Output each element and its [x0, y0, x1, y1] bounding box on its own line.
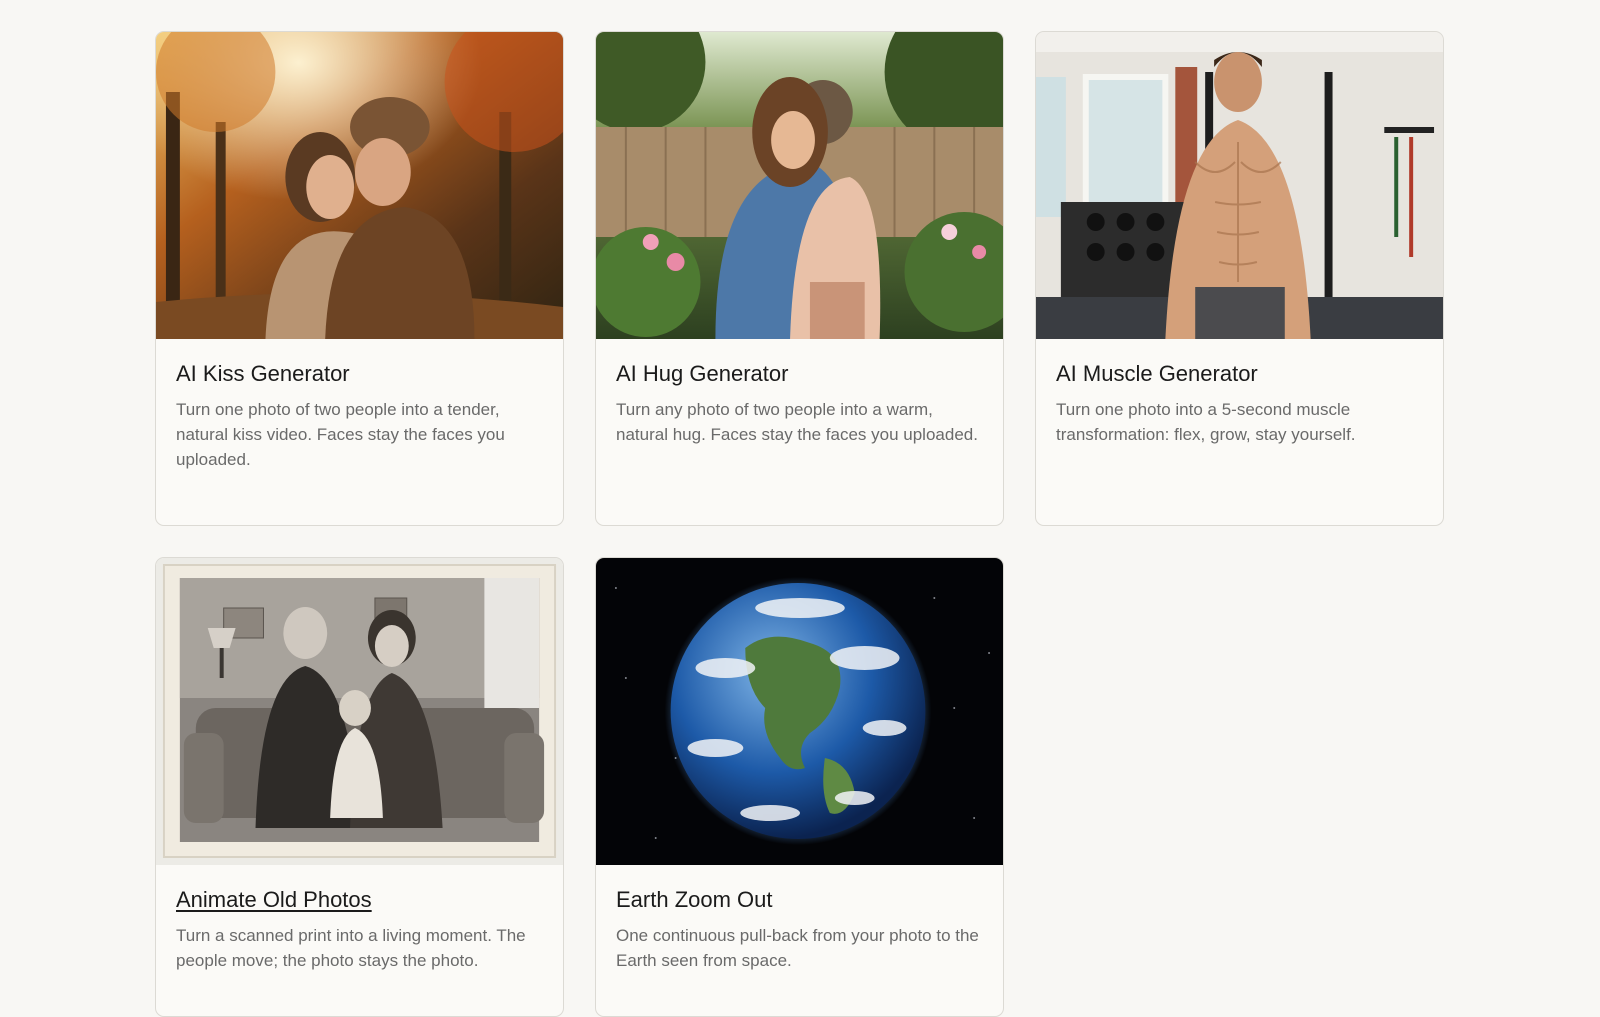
kiss-thumbnail-image[interactable] — [156, 32, 563, 339]
card-ai-hug-generator[interactable]: AI Hug Generator Turn any photo of two p… — [595, 31, 1004, 526]
card-earth-zoom-out[interactable]: Earth Zoom Out One continuous pull-back … — [595, 557, 1004, 1017]
card-description: One continuous pull-back from your photo… — [616, 926, 979, 970]
card-title[interactable]: Animate Old Photos — [176, 885, 543, 915]
card-description: Turn any photo of two people into a warm… — [616, 400, 978, 444]
muscle-thumbnail-image[interactable] — [1036, 32, 1443, 339]
card-title[interactable]: AI Muscle Generator — [1056, 359, 1423, 389]
hug-thumbnail-image[interactable] — [596, 32, 1003, 339]
card-ai-muscle-generator[interactable]: AI Muscle Generator Turn one photo into … — [1035, 31, 1444, 526]
earth-thumbnail-image[interactable] — [596, 558, 1003, 865]
card-animate-old-photos[interactable]: Animate Old Photos Turn a scanned print … — [155, 557, 564, 1017]
card-description: Turn a scanned print into a living momen… — [176, 926, 526, 970]
card-ai-kiss-generator[interactable]: AI Kiss Generator Turn one photo of two … — [155, 31, 564, 526]
card-title[interactable]: Earth Zoom Out — [616, 885, 983, 915]
tool-card-grid: AI Kiss Generator Turn one photo of two … — [155, 31, 1444, 1017]
card-title[interactable]: AI Hug Generator — [616, 359, 983, 389]
card-description: Turn one photo into a 5-second muscle tr… — [1056, 400, 1356, 444]
card-description: Turn one photo of two people into a tend… — [176, 400, 505, 469]
card-title[interactable]: AI Kiss Generator — [176, 359, 543, 389]
vintage-photo-thumbnail-image[interactable] — [156, 558, 563, 865]
